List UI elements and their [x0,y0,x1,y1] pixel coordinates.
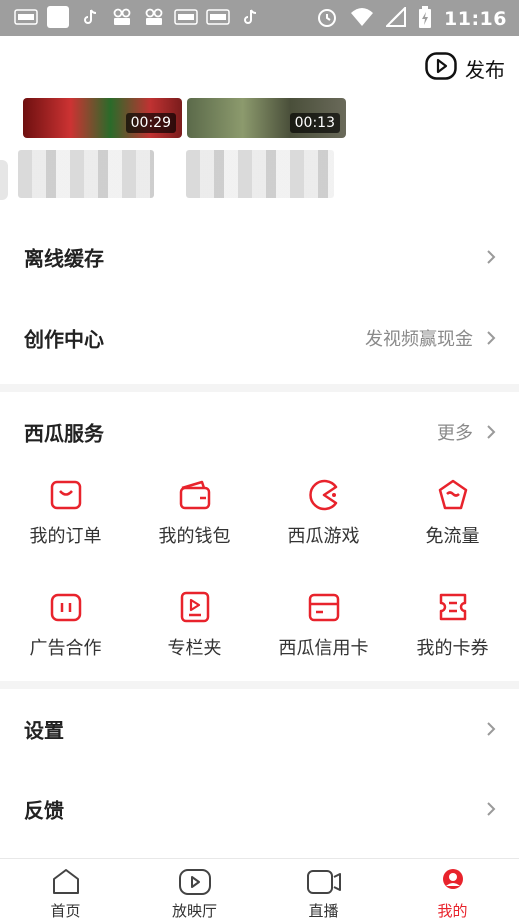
profile-icon [442,869,463,889]
app-icon [46,6,70,28]
service-credit-card[interactable]: 西瓜信用卡 [259,590,388,670]
video-duration: 00:13 [289,113,340,133]
tab-home[interactable]: 首页 [1,859,130,923]
order-icon [50,480,81,510]
service-ad-cooperation[interactable]: 广告合作 [1,590,130,670]
ad-icon [50,593,81,622]
history-video-thumbnail[interactable]: 00:29 [23,98,182,138]
theater-icon [178,869,211,895]
clock: 11:16 [444,8,507,30]
game-icon [308,479,337,511]
toutiao-icon [206,8,230,26]
row-creator-center[interactable]: 创作中心 发视频赢现金 [0,298,519,378]
tab-theater[interactable]: 放映厅 [130,859,259,923]
chevron-right-icon [487,722,496,736]
row-title: 创作中心 [24,327,104,352]
alarm-icon [316,6,338,32]
tab-live[interactable]: 直播 [259,859,388,923]
home-icon [52,869,79,894]
video-icon [110,8,134,26]
video-duration: 00:29 [125,113,176,133]
service-label: 我的钱包 [158,526,231,547]
services-header[interactable]: 西瓜服务 更多 [0,392,519,472]
coupon-icon [439,593,466,621]
row-title: 反馈 [24,798,64,823]
row-title: 设置 [24,718,64,743]
services-more: 更多 [437,423,473,444]
service-label: 专栏夹 [167,638,222,659]
section-divider [0,681,519,689]
video-icon [142,8,166,26]
tab-label: 放映厅 [171,902,217,920]
battery-icon [418,6,432,32]
tiktok-icon [238,8,262,26]
publish-label: 发布 [465,57,505,82]
free-data-icon [438,479,467,510]
toutiao-icon [174,8,198,26]
row-feedback[interactable]: 反馈 [0,769,519,849]
publish-button[interactable]: 发布 [425,52,505,84]
service-xigua-games[interactable]: 西瓜游戏 [259,478,388,558]
signal-icon [384,5,407,31]
service-label: 我的卡券 [416,638,489,659]
credit-card-icon [308,593,339,622]
service-label: 广告合作 [29,638,102,659]
service-label: 西瓜游戏 [287,526,360,547]
service-my-orders[interactable]: 我的订单 [1,478,130,558]
column-icon [180,591,209,623]
system-icons: 11:16 [316,5,507,32]
service-label: 我的订单 [29,526,102,547]
blurred-video-title [186,150,334,198]
tab-mine[interactable]: 我的 [388,859,517,923]
chevron-right-icon [487,802,496,816]
scroll-edge [0,160,8,200]
service-free-data[interactable]: 免流量 [388,478,517,558]
status-bar: 11:16 [0,0,519,36]
service-column-folder[interactable]: 专栏夹 [130,590,259,670]
chevron-right-icon [487,425,496,439]
live-icon [306,870,341,894]
wifi-icon [350,7,374,31]
history-video-thumbnail[interactable]: 00:13 [187,98,346,138]
services-title: 西瓜服务 [24,421,104,446]
tab-label: 首页 [50,902,81,920]
row-offline-cache[interactable]: 离线缓存 [0,217,519,297]
wallet-icon [179,480,210,510]
row-subtitle: 发视频赢现金 [365,329,473,350]
blurred-video-title [18,150,154,198]
service-my-coupons[interactable]: 我的卡券 [388,590,517,670]
notification-icons [14,6,262,28]
tiktok-icon [78,8,102,26]
tab-label: 我的 [437,902,468,920]
service-label: 免流量 [425,526,480,547]
play-icon [425,52,457,84]
row-title: 离线缓存 [24,246,104,271]
chevron-right-icon [487,331,496,345]
toutiao-icon [14,8,38,26]
service-label: 西瓜信用卡 [278,638,369,659]
tab-label: 直播 [308,902,339,920]
section-divider [0,384,519,392]
chevron-right-icon [487,250,496,264]
row-settings[interactable]: 设置 [0,689,519,769]
service-my-wallet[interactable]: 我的钱包 [130,478,259,558]
bottom-navigation: 首页 放映厅 直播 我的 [0,858,519,923]
